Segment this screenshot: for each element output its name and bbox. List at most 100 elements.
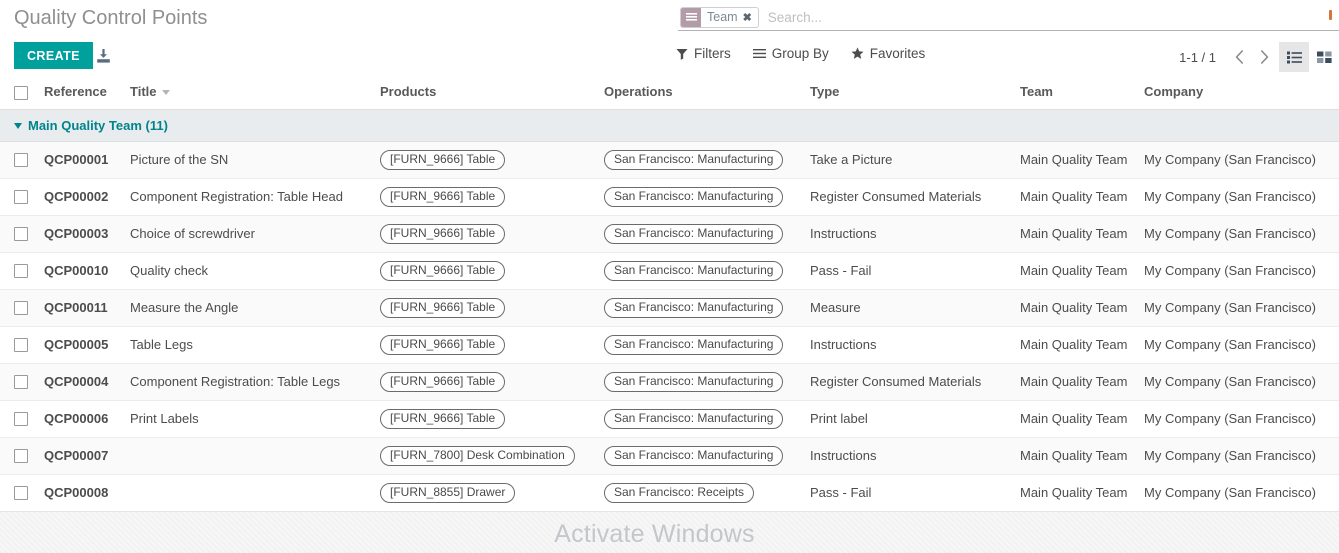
search-input[interactable] <box>765 8 1339 26</box>
table-row[interactable]: QCP00004 Component Registration: Table Le… <box>0 363 1339 401</box>
column-header-team[interactable]: Team <box>1020 76 1144 110</box>
group-row-main-quality-team[interactable]: Main Quality Team (11) <box>0 109 1339 142</box>
select-all-header <box>0 76 44 110</box>
funnel-icon <box>676 48 688 60</box>
cell-title: Component Registration: Table Legs <box>130 363 380 401</box>
filters-button[interactable]: Filters <box>676 46 731 61</box>
product-tag: [FURN_9666] Table <box>380 260 506 281</box>
cell-products: [FURN_8855] Drawer <box>380 474 604 512</box>
search-view[interactable]: Team ✖ <box>678 4 1339 31</box>
group-by-label: Group By <box>771 46 829 61</box>
cell-reference: QCP00001 <box>44 141 130 179</box>
product-tag: [FURN_9666] Table <box>380 408 506 429</box>
operation-tag: San Francisco: Manufacturing <box>604 260 784 281</box>
row-checkbox[interactable] <box>14 227 28 242</box>
product-tag: [FURN_9666] Table <box>380 334 506 355</box>
row-checkbox[interactable] <box>14 153 28 168</box>
cell-title: Quality check <box>130 252 380 290</box>
group-by-button[interactable]: Group By <box>752 46 829 61</box>
row-checkbox[interactable] <box>14 449 28 464</box>
column-header-company[interactable]: Company <box>1144 76 1339 110</box>
column-header-products[interactable]: Products <box>380 76 604 110</box>
cell-company: My Company (San Francisco) <box>1144 363 1339 401</box>
row-select-cell <box>0 400 44 438</box>
cell-team: Main Quality Team <box>1020 474 1144 512</box>
table-row[interactable]: QCP00002 Component Registration: Table He… <box>0 178 1339 216</box>
table-row[interactable]: QCP00010 Quality check [FURN_9666] Table Sa… <box>0 252 1339 290</box>
select-all-checkbox[interactable] <box>14 85 28 100</box>
search-facet-team[interactable]: Team ✖ <box>680 6 759 28</box>
table-row[interactable]: QCP00005 Table Legs [FURN_9666] Table San F… <box>0 326 1339 364</box>
cell-team: Main Quality Team <box>1020 363 1144 401</box>
column-header-title[interactable]: Title <box>130 76 380 110</box>
row-checkbox[interactable] <box>14 338 28 353</box>
cell-reference: QCP00003 <box>44 215 130 253</box>
product-tag: [FURN_9666] Table <box>380 223 506 244</box>
cell-company: My Company (San Francisco) <box>1144 474 1339 512</box>
cell-products: [FURN_9666] Table <box>380 289 604 327</box>
close-icon[interactable]: ✖ <box>743 8 758 27</box>
row-checkbox[interactable] <box>14 264 28 279</box>
cell-type: Instructions <box>810 326 1020 364</box>
cell-type: Measure <box>810 289 1020 327</box>
table-row[interactable]: QCP00001 Picture of the SN [FURN_9666] Tab… <box>0 141 1339 179</box>
chevron-right-icon[interactable] <box>1253 46 1275 68</box>
cell-team: Main Quality Team <box>1020 178 1144 216</box>
row-checkbox[interactable] <box>14 486 28 501</box>
product-tag: [FURN_9666] Table <box>380 371 506 392</box>
table-rows-body: QCP00001 Picture of the SN [FURN_9666] Tab… <box>0 141 1339 531</box>
cell-type: Instructions <box>810 437 1020 475</box>
control-panel-top: Quality Control Points Team ✖ <box>0 0 1339 34</box>
search-cursor-icon <box>1325 8 1337 24</box>
cell-title <box>130 474 380 512</box>
cell-operations: San Francisco: Manufacturing <box>604 178 810 216</box>
cell-company: My Company (San Francisco) <box>1144 437 1339 475</box>
row-select-cell <box>0 178 44 216</box>
row-checkbox[interactable] <box>14 375 28 390</box>
cell-reference: QCP00008 <box>44 474 130 512</box>
kanban-view-icon[interactable] <box>1309 42 1339 72</box>
column-header-reference[interactable]: Reference <box>44 76 130 110</box>
download-icon[interactable] <box>92 45 114 67</box>
row-checkbox[interactable] <box>14 190 28 205</box>
row-select-cell <box>0 363 44 401</box>
create-button[interactable]: CREATE <box>14 42 93 69</box>
table-row[interactable]: QCP00008 [FURN_8855] Drawer San Francisco:… <box>0 474 1339 512</box>
cell-products: [FURN_9666] Table <box>380 326 604 364</box>
quality-control-points-page: Quality Control Points Team ✖ CREATE <box>0 0 1339 553</box>
caret-down-icon[interactable] <box>14 123 22 130</box>
breadcrumb: Quality Control Points <box>0 0 207 30</box>
cell-company: My Company (San Francisco) <box>1144 400 1339 438</box>
column-header-operations[interactable]: Operations <box>604 76 810 110</box>
list-icon <box>681 7 701 27</box>
table-row[interactable]: QCP00011 Measure the Angle [FURN_9666] Tab… <box>0 289 1339 327</box>
cell-type: Pass - Fail <box>810 474 1020 512</box>
favorites-label: Favorites <box>869 46 926 61</box>
row-select-cell <box>0 252 44 290</box>
row-checkbox[interactable] <box>14 412 28 427</box>
cell-company: My Company (San Francisco) <box>1144 215 1339 253</box>
row-checkbox[interactable] <box>14 301 28 316</box>
cell-products: [FURN_9666] Table <box>380 363 604 401</box>
group-label: Main Quality Team <box>28 117 142 133</box>
table-row[interactable]: QCP00003 Choice of screwdriver [FURN_9666]… <box>0 215 1339 253</box>
group-row-cell[interactable]: Main Quality Team (11) <box>0 109 1339 142</box>
product-tag: [FURN_8855] Drawer <box>380 482 516 503</box>
cell-title <box>130 437 380 475</box>
cell-reference: QCP00004 <box>44 363 130 401</box>
favorites-button[interactable]: Favorites <box>851 46 926 61</box>
list-view: Reference Title Products Operations Type… <box>0 76 1339 531</box>
product-tag: [FURN_9666] Table <box>380 186 506 207</box>
cell-type: Register Consumed Materials <box>810 178 1020 216</box>
table-row[interactable]: QCP00006 Print Labels [FURN_9666] Table San… <box>0 400 1339 438</box>
cell-products: [FURN_9666] Table <box>380 178 604 216</box>
cell-reference: QCP00010 <box>44 252 130 290</box>
list-view-icon[interactable] <box>1279 42 1309 72</box>
column-header-type[interactable]: Type <box>810 76 1020 110</box>
cell-reference: QCP00002 <box>44 178 130 216</box>
search-facet-label: Team <box>707 10 738 24</box>
cell-title: Print Labels <box>130 400 380 438</box>
cell-company: My Company (San Francisco) <box>1144 252 1339 290</box>
table-row[interactable]: QCP00007 [FURN_7800] Desk Combination San … <box>0 437 1339 475</box>
chevron-left-icon[interactable] <box>1228 46 1250 68</box>
